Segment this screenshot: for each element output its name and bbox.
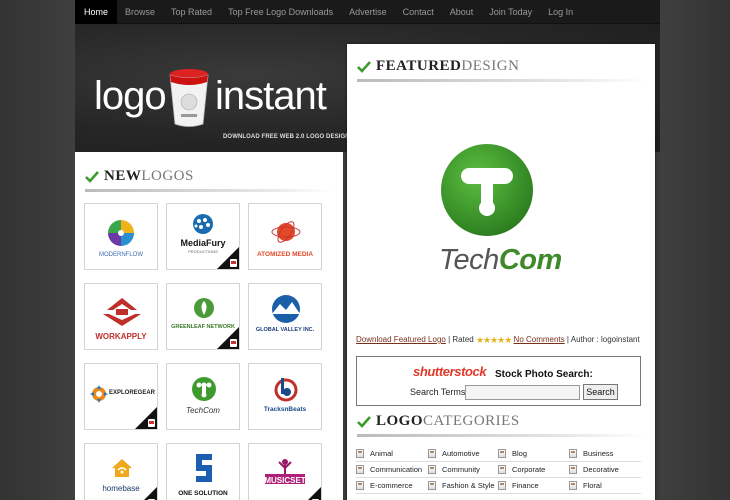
checkmark-icon bbox=[85, 170, 99, 183]
logo-thumb-homebase[interactable]: homebase bbox=[84, 443, 158, 500]
section-underline bbox=[85, 189, 335, 192]
one-solution-logo-icon bbox=[196, 454, 212, 482]
logo-thumb-greenleaf[interactable]: GREENLEAF NETWORK bbox=[166, 283, 240, 350]
page-background-right bbox=[660, 0, 730, 500]
greenleaf-logo-icon bbox=[194, 298, 214, 318]
new-logos-heading: NEW LOGOS bbox=[85, 168, 335, 192]
category-icon bbox=[428, 465, 436, 474]
category-row: Animal Automotive Blog Business bbox=[356, 446, 641, 462]
logo-categories-heading: LOGO CATEGORIES bbox=[357, 413, 647, 437]
search-button[interactable]: Search bbox=[583, 384, 618, 400]
featured-design-heading: FEATURED DESIGN bbox=[357, 58, 647, 82]
atomized-media-logo-icon bbox=[271, 221, 301, 243]
techcom-featured-wordmark: TechCom bbox=[439, 244, 562, 276]
rating-stars-icon: ★★★★★ bbox=[475, 335, 512, 345]
category-automotive[interactable]: Automotive bbox=[428, 449, 480, 458]
new-logos-panel: NEW LOGOS MODERNFLOW MediaFury PRODUCTION… bbox=[75, 152, 343, 500]
comments-link[interactable]: No Comments bbox=[514, 335, 565, 344]
workapply-logo-icon bbox=[103, 298, 141, 326]
global-valley-logo-icon bbox=[272, 295, 300, 323]
category-blog[interactable]: Blog bbox=[498, 449, 527, 458]
logo-thumb-tracksnbeats[interactable]: TracksnBeats bbox=[248, 363, 322, 430]
category-grid: Animal Automotive Blog Business Communic… bbox=[356, 446, 641, 494]
checkmark-icon bbox=[357, 60, 371, 73]
search-terms-input[interactable] bbox=[465, 385, 580, 400]
section-underline bbox=[357, 79, 647, 82]
featured-design-panel: FEATURED DESIGN TechCom Download Featured… bbox=[347, 44, 655, 500]
logoinstant-badge-icon bbox=[230, 259, 237, 267]
exploregear-logo-icon bbox=[90, 385, 108, 403]
cup-logo-icon[interactable] bbox=[168, 68, 210, 128]
featured-meta: Download Featured Logo | Rated ★★★★★ No … bbox=[356, 335, 640, 345]
logo-thumb-techcom[interactable]: TechCom bbox=[166, 363, 240, 430]
site-logo-right[interactable]: instant bbox=[215, 74, 327, 119]
category-icon bbox=[569, 449, 577, 458]
logo-thumb-mediafury[interactable]: MediaFury PRODUCTIONS bbox=[166, 203, 240, 270]
category-icon bbox=[356, 449, 364, 458]
category-row: Communication Community Corporate Decora… bbox=[356, 462, 641, 478]
site-logo-left[interactable]: logo bbox=[94, 74, 167, 119]
top-navigation: Home Browse Top Rated Top Free Logo Down… bbox=[75, 0, 660, 24]
nav-advertise[interactable]: Advertise bbox=[341, 0, 395, 24]
category-decorative[interactable]: Decorative bbox=[569, 465, 619, 474]
category-icon bbox=[569, 481, 577, 490]
category-icon bbox=[498, 481, 506, 490]
modernflow-logo-icon bbox=[108, 220, 134, 246]
techcom-logo-icon bbox=[192, 377, 216, 401]
nav-log-in[interactable]: Log In bbox=[540, 0, 581, 24]
category-icon bbox=[498, 449, 506, 458]
tracksnbeats-logo-icon bbox=[274, 378, 298, 402]
category-icon bbox=[569, 465, 577, 474]
category-floral[interactable]: Floral bbox=[569, 481, 602, 490]
category-icon bbox=[428, 449, 436, 458]
mediafury-logo-icon bbox=[193, 214, 213, 234]
category-icon bbox=[356, 481, 364, 490]
page-background-left bbox=[0, 0, 75, 500]
category-community[interactable]: Community bbox=[428, 465, 480, 474]
category-icon bbox=[356, 465, 364, 474]
category-icon bbox=[428, 481, 436, 490]
category-finance[interactable]: Finance bbox=[498, 481, 539, 490]
section-underline bbox=[357, 434, 647, 437]
search-terms-label: Search Terms: bbox=[410, 387, 468, 397]
homebase-logo-icon bbox=[112, 459, 132, 477]
category-animal[interactable]: Animal bbox=[356, 449, 393, 458]
logoinstant-badge-icon bbox=[148, 419, 155, 427]
logoinstant-badge-icon bbox=[230, 339, 237, 347]
logo-thumb-atomized-media[interactable]: ATOMIZED MEDIA bbox=[248, 203, 322, 270]
checkmark-icon bbox=[357, 415, 371, 428]
nav-top-rated[interactable]: Top Rated bbox=[163, 0, 220, 24]
shutterstock-search-box: shutterstock Stock Photo Search: Search … bbox=[356, 356, 641, 406]
nav-about[interactable]: About bbox=[442, 0, 482, 24]
category-row: E-commerce Fashion & Style Finance Flora… bbox=[356, 478, 641, 494]
logo-thumb-one-solution[interactable]: ONE SOLUTION bbox=[166, 443, 240, 500]
nav-contact[interactable]: Contact bbox=[395, 0, 442, 24]
shutterstock-title: Stock Photo Search: bbox=[495, 369, 593, 380]
nav-join-today[interactable]: Join Today bbox=[481, 0, 540, 24]
nav-browse[interactable]: Browse bbox=[117, 0, 163, 24]
category-corporate[interactable]: Corporate bbox=[498, 465, 545, 474]
shutterstock-logo[interactable]: shutterstock bbox=[413, 364, 487, 379]
download-featured-logo-link[interactable]: Download Featured Logo bbox=[356, 335, 446, 344]
nav-home[interactable]: Home bbox=[75, 0, 118, 24]
category-communication[interactable]: Communication bbox=[356, 465, 422, 474]
logo-thumb-workapply[interactable]: WORKAPPLY bbox=[84, 283, 158, 350]
category-icon bbox=[498, 465, 506, 474]
logo-thumb-musicset[interactable]: MUSICSET bbox=[248, 443, 322, 500]
category-e-commerce[interactable]: E-commerce bbox=[356, 481, 413, 490]
category-business[interactable]: Business bbox=[569, 449, 613, 458]
techcom-featured-logo-icon[interactable] bbox=[439, 142, 535, 238]
category-fashion-style[interactable]: Fashion & Style bbox=[428, 481, 495, 490]
site-tagline: DOWNLOAD FREE WEB 2.0 LOGO DESIGNS bbox=[223, 134, 354, 140]
nav-top-free-downloads[interactable]: Top Free Logo Downloads bbox=[220, 0, 341, 24]
logo-thumb-exploregear[interactable]: EXPLOREGEAR bbox=[84, 363, 158, 430]
logo-thumb-global-valley[interactable]: GLOBAL VALLEY INC. bbox=[248, 283, 322, 350]
logo-thumb-modernflow[interactable]: MODERNFLOW bbox=[84, 203, 158, 270]
